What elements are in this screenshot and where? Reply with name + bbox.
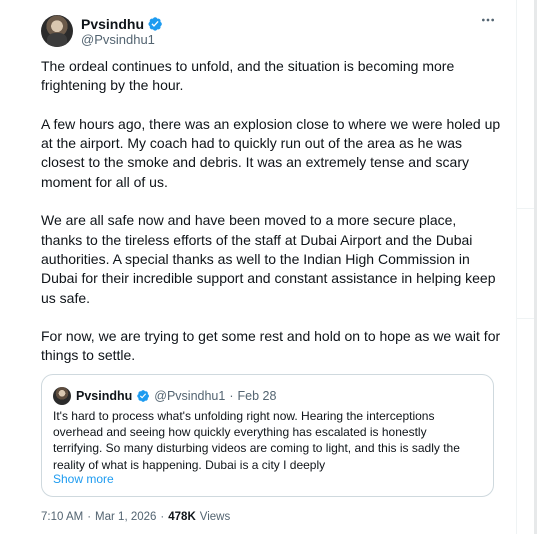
quoted-header: Pvsindhu @Pvsindhu1 · Feb 28: [76, 387, 276, 405]
tweet-paragraph: A few hours ago, there was an explosion …: [41, 115, 501, 190]
avatar[interactable]: [41, 15, 73, 47]
author-display-name[interactable]: Pvsindhu: [81, 16, 144, 32]
quoted-text-line: reality of what is happening. Dubai is a…: [53, 457, 326, 472]
quoted-text-line: terrifying. So many disturbing videos ar…: [53, 441, 460, 456]
quoted-date: Feb 28: [237, 389, 277, 403]
quoted-display-name: Pvsindhu: [76, 389, 133, 403]
tweet-metadata: 7:10 AM · Mar 1, 2026 · 478K Views: [41, 511, 230, 523]
author-name-row[interactable]: Pvsindhu: [81, 15, 163, 33]
tweet-paragraph: We are all safe now and have been moved …: [41, 212, 496, 306]
verified-badge-icon: [137, 390, 150, 402]
tweet-paragraph: For now, we are trying to get some rest …: [41, 328, 501, 364]
views-count: 478K: [168, 511, 196, 523]
tweet-time[interactable]: 7:10 AM: [41, 511, 83, 523]
quoted-tweet-card[interactable]: Pvsindhu @Pvsindhu1 · Feb 28 It's hard t…: [41, 374, 494, 497]
quoted-avatar: [53, 387, 71, 405]
more-horizontal-icon: [482, 18, 494, 22]
tweet-date[interactable]: Mar 1, 2026: [95, 511, 156, 523]
quoted-text-line: overhead and seeing how quickly everythi…: [53, 425, 427, 440]
quoted-text-line: It's hard to process what's unfolding ri…: [53, 409, 435, 423]
tweet-text: The ordeal continues to unfold, and the …: [41, 57, 501, 385]
separator-dot: ·: [229, 389, 234, 403]
verified-badge-icon: [148, 17, 162, 31]
separator-dot: ·: [160, 511, 165, 523]
show-more-link[interactable]: Show more: [53, 472, 114, 486]
tweet-paragraph: The ordeal continues to unfold, and the …: [41, 58, 455, 94]
quoted-handle: @Pvsindhu1: [154, 389, 226, 403]
quoted-text: It's hard to process what's unfolding ri…: [53, 408, 483, 473]
separator-dot: ·: [87, 511, 92, 523]
more-options-button[interactable]: [479, 11, 497, 29]
author-handle[interactable]: @Pvsindhu1: [81, 32, 155, 47]
views-label: Views: [199, 511, 231, 523]
